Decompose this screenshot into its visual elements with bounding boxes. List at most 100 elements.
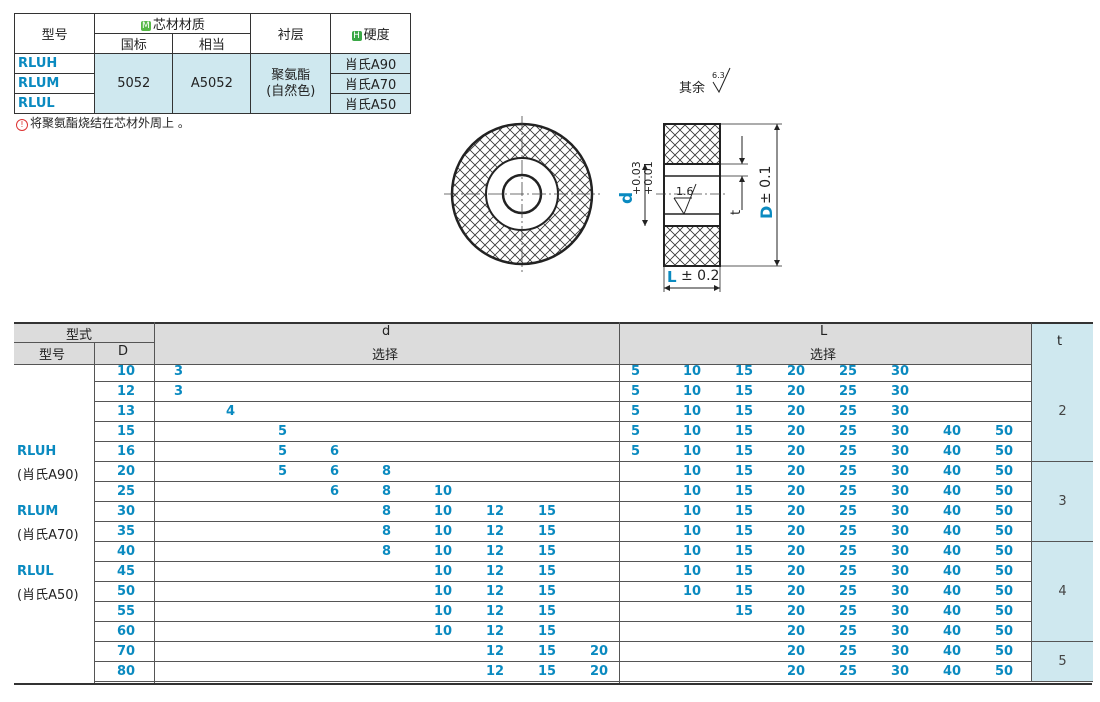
L-option: 50 <box>995 564 1014 579</box>
L-option: 20 <box>787 664 806 679</box>
L-option: 5 <box>631 384 641 399</box>
L-option: 40 <box>943 584 962 599</box>
D-value: 50 <box>117 584 136 599</box>
L-option: 30 <box>891 464 910 479</box>
L-option: 25 <box>839 524 858 539</box>
header-L: L <box>820 324 828 339</box>
d-option: 12 <box>486 544 505 559</box>
L-option: 10 <box>683 404 702 419</box>
d-option: 15 <box>538 524 557 539</box>
L-option: 50 <box>995 504 1014 519</box>
warning-icon: ! <box>16 119 28 131</box>
L-option: 25 <box>839 544 858 559</box>
L-option: 20 <box>787 524 806 539</box>
L-option: 15 <box>735 544 754 559</box>
header-core: M 芯材材质 <box>94 13 252 34</box>
d-option: 8 <box>382 504 392 519</box>
L-option: 5 <box>631 404 641 419</box>
L-option: 10 <box>683 384 702 399</box>
row-divider <box>94 381 1031 382</box>
d-option: 8 <box>382 544 392 559</box>
L-option: 30 <box>891 544 910 559</box>
model-code: RLUL <box>13 93 96 114</box>
L-option: 25 <box>839 424 858 439</box>
L-option: 15 <box>735 584 754 599</box>
d-option: 6 <box>330 444 340 459</box>
d-option: 6 <box>330 484 340 499</box>
L-option: 25 <box>839 644 858 659</box>
L-option: 20 <box>787 604 806 619</box>
L-option: 30 <box>891 584 910 599</box>
d-option: 15 <box>538 544 557 559</box>
L-option: 5 <box>631 424 641 439</box>
L-option: 10 <box>683 584 702 599</box>
model-label: RLUL <box>17 564 54 579</box>
hardness-value: 肖氏A50 <box>330 93 411 114</box>
d-option: 10 <box>434 484 453 499</box>
L-option: 25 <box>839 384 858 399</box>
L-option: 20 <box>787 364 806 379</box>
L-option: 50 <box>995 524 1014 539</box>
header-d: d <box>382 324 391 339</box>
L-option: 15 <box>735 524 754 539</box>
L-option: 40 <box>943 464 962 479</box>
model-hardness: (肖氏A90) <box>17 468 79 483</box>
d-option: 12 <box>486 524 505 539</box>
L-option: 20 <box>787 404 806 419</box>
model-hardness: (肖氏A50) <box>17 588 79 603</box>
header-D: D <box>118 344 129 359</box>
L-option: 30 <box>891 664 910 679</box>
L-option: 25 <box>839 564 858 579</box>
header-hardness: H 硬度 <box>330 13 411 54</box>
header-d-select: 选择 <box>372 348 399 363</box>
L-option: 20 <box>787 444 806 459</box>
d-option: 12 <box>486 644 505 659</box>
L-option: 15 <box>735 424 754 439</box>
row-divider <box>94 621 1031 622</box>
L-option: 50 <box>995 464 1014 479</box>
L-option: 20 <box>787 504 806 519</box>
L-option: 25 <box>839 464 858 479</box>
L-option: 30 <box>891 524 910 539</box>
D-value: 70 <box>117 644 136 659</box>
D-value: 35 <box>117 524 136 539</box>
L-option: 25 <box>839 584 858 599</box>
D-value: 30 <box>117 504 136 519</box>
d-option: 12 <box>486 504 505 519</box>
d-option: 15 <box>538 664 557 679</box>
L-option: 25 <box>839 604 858 619</box>
L-option: 15 <box>735 604 754 619</box>
L-option: 25 <box>839 404 858 419</box>
d-option: 10 <box>434 524 453 539</box>
L-option: 10 <box>683 364 702 379</box>
L-option: 10 <box>683 564 702 579</box>
equiv-value: A5052 <box>172 53 252 114</box>
d-option: 3 <box>174 384 184 399</box>
header-t: t <box>1057 334 1063 349</box>
model-label: RLUH <box>17 444 57 459</box>
row-divider <box>94 541 1031 542</box>
d-option: 8 <box>382 524 392 539</box>
L-option: 40 <box>943 564 962 579</box>
L-option: 50 <box>995 624 1014 639</box>
L-option: 15 <box>735 484 754 499</box>
row-divider <box>94 601 1031 602</box>
material-note: ! 将聚氨酯烧结在芯材外周上 。 <box>16 114 190 131</box>
L-option: 40 <box>943 664 962 679</box>
d-option: 10 <box>434 564 453 579</box>
D-value: 10 <box>117 364 136 379</box>
L-option: 50 <box>995 544 1014 559</box>
row-divider <box>94 641 1031 642</box>
L-option: 30 <box>891 444 910 459</box>
D-value: 20 <box>117 464 136 479</box>
L-option: 20 <box>787 544 806 559</box>
h-tag-icon: H <box>351 31 362 41</box>
t-label: t <box>729 209 744 215</box>
L-option: 10 <box>683 464 702 479</box>
L-option: 5 <box>631 444 641 459</box>
d-option: 4 <box>226 404 236 419</box>
d-option: 10 <box>434 604 453 619</box>
L-option: 50 <box>995 664 1014 679</box>
d-option: 6 <box>330 464 340 479</box>
d-option: 12 <box>486 604 505 619</box>
